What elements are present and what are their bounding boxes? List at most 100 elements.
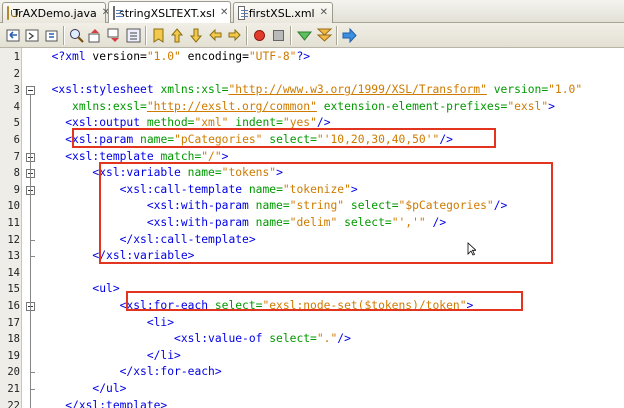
line-number: 22: [7, 399, 20, 408]
line-number: 8: [13, 167, 20, 180]
toggle-bookmark-icon[interactable]: [150, 27, 167, 44]
code-token: "exsl": [507, 99, 549, 113]
code-token: "UTF-8": [248, 50, 297, 63]
xsl-file-icon: [113, 6, 123, 20]
code-token: <xsl:value-of: [174, 332, 270, 346]
tab-traxdemo-java[interactable]: TrAXDemo.java ✕: [2, 2, 110, 23]
code-line[interactable]: xmlns:exsl="http://exslt.org/common" ext…: [38, 99, 555, 116]
code-token: encoding=: [180, 50, 249, 63]
code-line[interactable]: </xsl:for-each>: [38, 364, 222, 381]
forward-icon[interactable]: [24, 27, 41, 44]
search-icon[interactable]: [68, 27, 85, 44]
java-file-icon: [7, 6, 18, 20]
line-number: 7: [13, 150, 20, 163]
line-number: 13: [7, 250, 20, 263]
previous-bookmark-icon[interactable]: [169, 27, 186, 44]
line-number: 3: [13, 84, 20, 97]
code-token: select=: [269, 332, 317, 346]
line-number: 14: [7, 266, 20, 279]
find-previous-icon[interactable]: [87, 27, 104, 44]
line-number: 19: [7, 349, 20, 362]
code-token: </xsl:for-each>: [119, 365, 222, 379]
code-line[interactable]: <?xml version="1.0" encoding="UTF-8"?>: [38, 49, 310, 66]
line-number: 18: [7, 333, 20, 346]
close-icon[interactable]: ✕: [320, 8, 328, 18]
code-token: <li>: [146, 315, 175, 329]
code-editor[interactable]: 1 2 3 4 5 6 7 8 9 10 11 12 13 14 15 16 17 18 19 20 21 22 <?xm…: [0, 48, 624, 408]
editor-tab-bar: TrAXDemo.java ✕ stringXSLTEXT.xsl ✕ firs…: [0, 0, 624, 24]
fold-toggle-icon[interactable]: [26, 86, 35, 96]
line-number: 21: [7, 383, 20, 395]
code-token: </xsl:template>: [65, 398, 168, 408]
code-token: ?>: [296, 50, 311, 63]
tab-stringxsltext-xsl[interactable]: stringXSLTEXT.xsl ✕: [108, 1, 231, 24]
line-number-gutter: 1 2 3 4 5 6 7 8 9 10 11 12 13 14 15 16 17 18 19 20 21 22: [0, 48, 22, 408]
line-number: 1: [13, 51, 20, 63]
line-number: 12: [7, 233, 20, 246]
history-icon[interactable]: [43, 27, 60, 44]
shift-right-icon[interactable]: [226, 27, 243, 44]
code-token: </li>: [146, 348, 181, 362]
code-token: version=: [486, 83, 549, 97]
back-icon[interactable]: [5, 27, 22, 44]
code-line[interactable]: <ul>: [38, 281, 120, 298]
code-token: >: [548, 99, 555, 113]
stop-macro-icon[interactable]: [270, 27, 287, 44]
code-token: "1.0": [146, 50, 181, 63]
start-macro-icon[interactable]: [251, 27, 268, 44]
fold-guide-line: [30, 95, 31, 408]
find-next-icon[interactable]: [106, 27, 123, 44]
mouse-cursor-icon: [467, 242, 476, 256]
line-number: 15: [7, 283, 20, 296]
line-number: 2: [13, 67, 20, 80]
code-token: <xsl:template: [65, 149, 161, 163]
code-token: </ul>: [92, 382, 127, 395]
run-xsl-icon[interactable]: [341, 27, 358, 44]
line-number: 17: [7, 316, 20, 329]
code-token: <?: [51, 50, 66, 63]
next-bookmark-icon[interactable]: [188, 27, 205, 44]
code-line[interactable]: </ul>: [38, 381, 126, 398]
code-line[interactable]: <li>: [38, 315, 174, 332]
shift-left-icon[interactable]: [207, 27, 224, 44]
code-line[interactable]: <xsl:value-of select="."/>: [38, 331, 351, 348]
code-token: <ul>: [92, 282, 120, 296]
code-token: xmlns:xsl=: [160, 83, 229, 97]
tab-label: stringXSLTEXT.xsl: [119, 6, 215, 20]
validate-xml-icon[interactable]: [316, 27, 333, 44]
check-xml-icon[interactable]: [296, 27, 313, 44]
code-line[interactable]: </li>: [38, 348, 181, 365]
tab-firstxsl-xml[interactable]: firstXSL.xml ✕: [233, 2, 333, 23]
close-icon[interactable]: ✕: [220, 8, 228, 18]
line-number: 4: [13, 100, 20, 113]
code-line[interactable]: </xsl:template>: [38, 398, 167, 408]
toggle-highlight-icon[interactable]: [125, 27, 142, 44]
line-number: 9: [13, 183, 20, 196]
tab-label: TrAXDemo.java: [13, 6, 97, 20]
code-token: "http://www.w3.org/1999/XSL/Transform": [228, 83, 487, 97]
code-token: match=: [160, 149, 202, 163]
code-token: version=: [85, 50, 147, 63]
code-token: />: [337, 332, 351, 346]
code-line[interactable]: <xsl:stylesheet xmlns:xsl="http://www.w3…: [38, 82, 583, 99]
code-token: xml: [65, 50, 86, 63]
line-number: 11: [7, 217, 20, 229]
line-number: 5: [13, 117, 20, 130]
line-number: 6: [13, 134, 20, 146]
line-number: 10: [7, 200, 20, 213]
line-number: 16: [7, 300, 20, 312]
code-folding-margin: [22, 48, 38, 408]
code-token: ".": [316, 332, 338, 346]
editor-toolbar: [0, 23, 624, 48]
